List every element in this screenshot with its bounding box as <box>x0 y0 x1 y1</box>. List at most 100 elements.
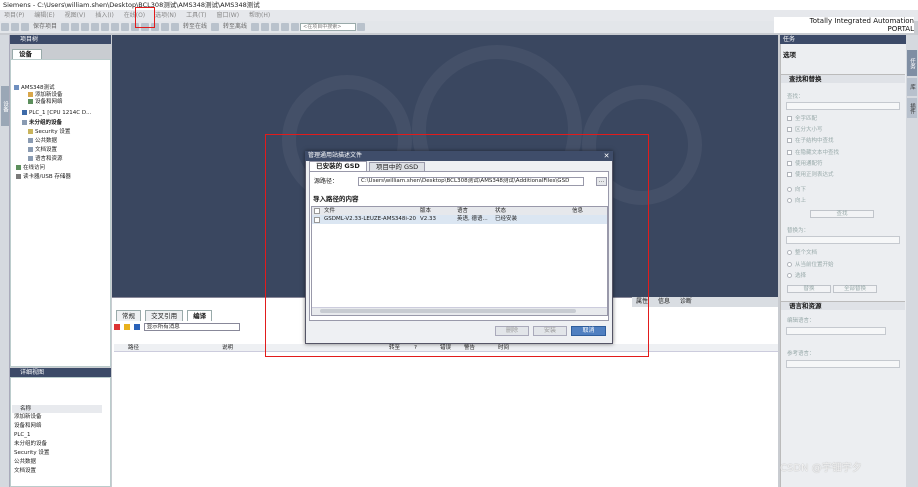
side-tab-addins[interactable]: 插件 <box>907 98 917 118</box>
tab-compile[interactable]: 编译 <box>187 310 213 321</box>
side-tab-libraries[interactable]: 库 <box>907 78 917 96</box>
scope-selection-radio[interactable]: 选择 <box>787 273 806 280</box>
tree-item[interactable]: 设备和网络 <box>28 99 63 106</box>
menu-window[interactable]: 窗口(W) <box>212 10 243 21</box>
side-tab-devices[interactable]: 设备 <box>1 86 9 126</box>
network-icon <box>28 99 33 104</box>
start-cpu-icon[interactable] <box>261 23 270 31</box>
tree-item[interactable]: Security 设置 <box>28 129 70 136</box>
tab-diagnostics[interactable]: 诊断 <box>676 297 696 307</box>
side-tab-tasks[interactable]: 任务 <box>907 50 917 76</box>
save-icon[interactable] <box>21 23 29 31</box>
direction-down-radio[interactable]: 向下 <box>787 187 806 194</box>
cut-icon[interactable] <box>71 23 80 31</box>
tree-item[interactable]: AMS348测试 <box>14 85 55 92</box>
simulation-icon[interactable] <box>161 23 170 31</box>
go-offline-button[interactable]: 转至离线 <box>223 21 247 33</box>
match-case-checkbox[interactable]: 区分大小写 <box>787 127 823 134</box>
message-filter-select[interactable]: 显示所有消息 <box>143 322 240 331</box>
detail-name-column[interactable]: 名称 <box>12 405 102 413</box>
checkbox-icon <box>787 127 792 132</box>
detail-view-header: 详细视图 <box>10 368 111 377</box>
radio-icon <box>787 262 792 267</box>
accessible-devices-icon[interactable] <box>251 23 260 31</box>
wildcards-checkbox[interactable]: 使用通配符 <box>787 161 823 168</box>
annotation-highlight-dialog <box>265 134 649 357</box>
copy-icon[interactable] <box>81 23 90 31</box>
tree-item[interactable]: 公共数据 <box>28 138 57 145</box>
menu-insert[interactable]: 插入(I) <box>91 10 117 21</box>
tab-cross-reference[interactable]: 交叉引用 <box>145 310 184 321</box>
radio-icon <box>787 273 792 278</box>
scope-from-current-radio[interactable]: 从当前位置开始 <box>787 262 834 269</box>
col-path[interactable]: 路径 <box>128 344 139 352</box>
radio-icon <box>787 198 792 203</box>
go-offline-icon[interactable] <box>211 23 220 31</box>
list-item[interactable]: 设备和网络 <box>14 423 42 430</box>
radio-icon <box>787 187 792 192</box>
edit-language-select[interactable] <box>786 327 886 335</box>
direction-up-radio[interactable]: 向上 <box>787 198 806 205</box>
checkbox-icon <box>787 116 792 121</box>
new-project-icon[interactable] <box>1 23 9 31</box>
col-description[interactable]: 说明 <box>222 344 233 352</box>
tab-general[interactable]: 常规 <box>116 310 141 321</box>
paste-icon[interactable] <box>91 23 100 31</box>
list-item[interactable]: Security 设置 <box>14 450 49 457</box>
menu-tools[interactable]: 工具(T) <box>182 10 210 21</box>
save-project-button[interactable]: 保存项目 <box>33 21 57 33</box>
menu-options[interactable]: 选项(N) <box>151 10 180 21</box>
menu-help[interactable]: 帮助(H) <box>245 10 274 21</box>
cross-reference-icon[interactable] <box>281 23 290 31</box>
edit-language-label: 编辑语言： <box>787 318 815 324</box>
tree-item[interactable]: 未分组的设备 <box>22 120 62 127</box>
regex-checkbox[interactable]: 使用正则表达式 <box>787 172 834 179</box>
tree-item[interactable]: 文档设置 <box>28 147 57 154</box>
tree-item[interactable]: 在线访问 <box>16 165 45 172</box>
info-filter-icon[interactable] <box>133 323 140 330</box>
find-in-substructures-checkbox[interactable]: 在子结构中查找 <box>787 138 834 145</box>
redo-icon[interactable] <box>121 23 130 31</box>
list-item[interactable]: PLC_1 <box>14 432 30 439</box>
tree-item[interactable]: 读卡器/USB 存储器 <box>16 174 71 181</box>
tree-item[interactable]: 添加新设备 <box>28 92 63 99</box>
list-item[interactable]: 未分组的设备 <box>14 441 47 448</box>
find-input[interactable] <box>786 102 900 110</box>
reference-language-select[interactable] <box>786 360 900 368</box>
replace-input[interactable] <box>786 236 900 244</box>
error-filter-icon[interactable] <box>114 323 120 330</box>
menu-view[interactable]: 视图(V) <box>61 10 90 21</box>
print-icon[interactable] <box>61 23 70 31</box>
go-online-icon[interactable] <box>171 23 180 31</box>
tree-item[interactable]: 语言和资源 <box>28 156 63 163</box>
project-search-input[interactable]: <在项目中搜索> <box>300 23 357 31</box>
find-in-hidden-text-checkbox[interactable]: 在隐藏文本中查找 <box>787 150 839 157</box>
menu-edit[interactable]: 编辑(E) <box>30 10 58 21</box>
list-item[interactable]: 公共数据 <box>14 459 36 466</box>
checkbox-icon <box>787 172 792 177</box>
devices-tab[interactable]: 设备 <box>12 49 42 59</box>
menu-project[interactable]: 项目(P) <box>0 10 28 21</box>
scope-whole-document-radio[interactable]: 整个文档 <box>787 250 817 257</box>
delete-icon[interactable] <box>101 23 110 31</box>
warning-filter-icon[interactable] <box>123 323 130 330</box>
list-item[interactable]: 文档设置 <box>14 468 36 475</box>
languages-resources-section[interactable]: 语言和资源 <box>781 301 905 310</box>
folder-icon <box>28 147 33 152</box>
list-item[interactable]: 添加新设备 <box>14 414 42 421</box>
project-tree-header: 项目树 <box>10 35 111 44</box>
replace-button[interactable]: 替换 <box>787 285 831 293</box>
tree-item[interactable]: PLC_1 [CPU 1214C D... <box>22 110 91 117</box>
search-icon[interactable] <box>357 23 366 31</box>
watermark: CSDN @宇钿宇夕 <box>780 463 862 474</box>
undo-icon[interactable] <box>111 23 120 31</box>
replace-all-button[interactable]: 全部替换 <box>833 285 877 293</box>
go-online-button[interactable]: 转至在线 <box>183 21 207 33</box>
find-replace-section[interactable]: 查找和替换 <box>781 74 905 83</box>
whole-word-checkbox[interactable]: 全字匹配 <box>787 116 817 123</box>
find-button[interactable]: 查找 <box>810 210 874 218</box>
open-project-icon[interactable] <box>11 23 19 31</box>
stop-cpu-icon[interactable] <box>271 23 280 31</box>
split-view-icon[interactable] <box>291 23 300 31</box>
tab-info[interactable]: 信息 <box>654 297 674 307</box>
